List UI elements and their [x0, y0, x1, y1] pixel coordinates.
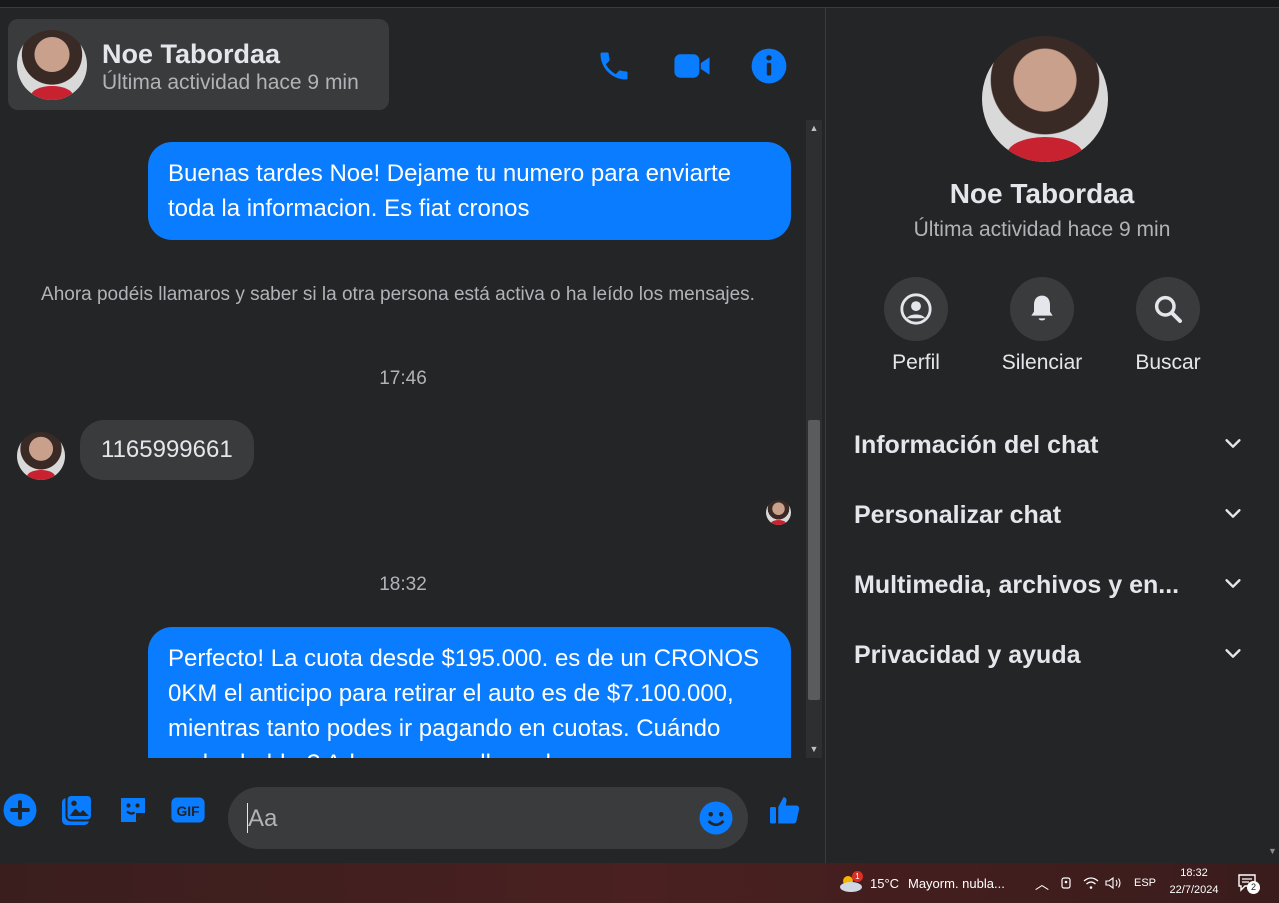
read-receipt-avatar: [766, 500, 791, 525]
wifi-icon[interactable]: [1083, 876, 1099, 895]
section-title: Multimedia, archivos y en...: [854, 570, 1180, 599]
scroll-down-arrow[interactable]: ▼: [809, 744, 819, 754]
timestamp: 18:32: [379, 574, 427, 595]
weather-badge: 1: [852, 871, 863, 882]
profile-label: Perfil: [892, 351, 940, 374]
language-indicator[interactable]: ESP: [1134, 877, 1156, 889]
notification-count: 2: [1247, 881, 1260, 894]
weather-text[interactable]: Mayorm. nubla...: [908, 876, 1005, 891]
info-icon[interactable]: [749, 46, 789, 86]
incoming-message[interactable]: 1165999661: [80, 420, 254, 480]
message-input-box[interactable]: [228, 787, 748, 849]
section-privacy-help[interactable]: Privacidad y ayuda: [854, 635, 1244, 675]
gif-icon[interactable]: GIF: [170, 792, 206, 828]
message-composer: GIF: [0, 778, 824, 849]
contact-avatar[interactable]: [17, 29, 87, 100]
video-icon[interactable]: [672, 46, 712, 86]
section-title: Personalizar chat: [854, 500, 1062, 529]
contact-status: Última actividad hace 9 min: [102, 71, 359, 94]
chevron-up-icon[interactable]: ︿: [1035, 874, 1049, 894]
section-title: Información del chat: [854, 430, 1099, 459]
section-media-files[interactable]: Multimedia, archivos y en...: [854, 565, 1244, 605]
profile-status: Última actividad hace 9 min: [913, 218, 1171, 241]
notification-center-icon[interactable]: 2: [1237, 873, 1260, 898]
outgoing-message[interactable]: Buenas tardes Noe! Dejame tu numero para…: [148, 142, 791, 240]
outgoing-message[interactable]: Perfecto! La cuota desde $195.000. es de…: [148, 627, 791, 758]
weather-cloud-icon[interactable]: 1: [838, 871, 864, 894]
section-chat-info[interactable]: Información del chat: [854, 425, 1244, 465]
sidebar-scrollbar[interactable]: ▼: [1266, 8, 1279, 863]
bell-icon[interactable]: [1010, 277, 1074, 341]
profile-icon[interactable]: [884, 277, 948, 341]
message-thread[interactable]: Buenas tardes Noe! Dejame tu numero para…: [0, 120, 806, 758]
sender-avatar[interactable]: [17, 432, 65, 480]
emoji-icon[interactable]: [698, 800, 734, 841]
gif-label: GIF: [176, 803, 199, 819]
contact-name[interactable]: Noe Tabordaa: [102, 39, 280, 70]
phone-icon[interactable]: [594, 46, 634, 86]
conversation-header[interactable]: Noe Tabordaa Última actividad hace 9 min: [8, 19, 389, 110]
search-button[interactable]: Buscar: [1118, 277, 1218, 375]
chevron-down-icon: [1222, 572, 1244, 599]
thread-scrollbar[interactable]: ▲ ▼: [806, 120, 822, 758]
plus-icon[interactable]: [2, 792, 38, 828]
sticker-icon[interactable]: [115, 792, 151, 828]
weather-temp[interactable]: 15°C: [870, 876, 899, 891]
scroll-thumb[interactable]: [808, 420, 820, 700]
search-label: Buscar: [1135, 351, 1201, 374]
volume-icon[interactable]: [1105, 876, 1123, 895]
chevron-down-icon: [1222, 502, 1244, 529]
message-input[interactable]: [248, 801, 668, 837]
profile-button[interactable]: Perfil: [866, 277, 966, 375]
text-caret: [247, 803, 248, 833]
mute-label: Silenciar: [1001, 351, 1083, 374]
profile-avatar[interactable]: [982, 36, 1108, 162]
chat-details-sidebar: Noe Tabordaa Última actividad hace 9 min…: [825, 8, 1266, 863]
chevron-down-icon: [1222, 642, 1244, 669]
meet-now-icon[interactable]: [1060, 876, 1074, 895]
mute-button[interactable]: Silenciar: [992, 277, 1092, 375]
system-notice: Ahora podéis llamaros y saber si la otra…: [41, 284, 755, 305]
section-customize-chat[interactable]: Personalizar chat: [854, 495, 1244, 535]
chat-pane: Noe Tabordaa Última actividad hace 9 min…: [0, 8, 824, 863]
like-icon[interactable]: [767, 792, 803, 828]
scroll-down-arrow[interactable]: ▼: [1268, 846, 1277, 856]
scroll-up-arrow[interactable]: ▲: [809, 123, 819, 133]
image-icon[interactable]: [59, 792, 95, 828]
chevron-down-icon: [1222, 432, 1244, 459]
clock-date[interactable]: 22/7/2024: [1164, 884, 1224, 896]
window-top-border: [0, 0, 1279, 8]
profile-name: Noe Tabordaa: [949, 178, 1135, 209]
timestamp: 17:46: [379, 368, 427, 389]
search-icon[interactable]: [1136, 277, 1200, 341]
section-title: Privacidad y ayuda: [854, 640, 1081, 669]
windows-taskbar: 1 15°C Mayorm. nubla... ︿ ESP 18:32 22/7…: [0, 863, 1279, 903]
clock-time[interactable]: 18:32: [1170, 867, 1218, 879]
